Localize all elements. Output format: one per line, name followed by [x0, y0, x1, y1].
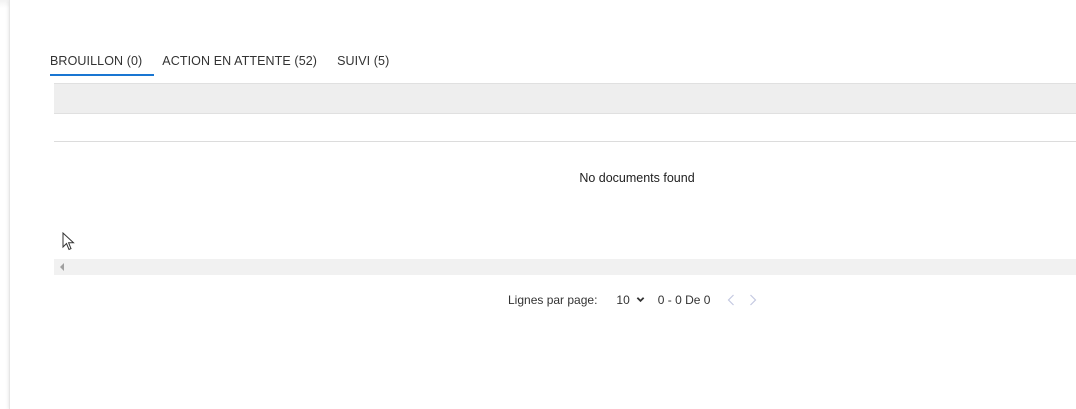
- chevron-down-icon: [636, 297, 645, 303]
- table-header-row: [54, 83, 1076, 114]
- document-tabs: BROUILLON (0) ACTION EN ATTENTE (52) SUI…: [50, 44, 409, 76]
- tab-brouillon[interactable]: BROUILLON (0): [50, 44, 155, 76]
- rows-per-page-value: 10: [616, 292, 630, 307]
- horizontal-scrollbar[interactable]: [54, 259, 1076, 275]
- table-divider: [54, 141, 1076, 142]
- next-page-button[interactable]: [746, 291, 760, 309]
- empty-state-message: No documents found: [579, 171, 695, 185]
- rows-per-page-label: Lignes par page:: [508, 293, 598, 307]
- rows-per-page-select[interactable]: 10: [611, 289, 648, 312]
- tab-action-en-attente[interactable]: ACTION EN ATTENTE (52): [162, 44, 317, 74]
- mouse-pointer-icon: [62, 232, 75, 251]
- scroll-left-arrow-icon[interactable]: [60, 263, 64, 271]
- chevron-left-icon: [728, 294, 735, 306]
- tab-suivi[interactable]: SUIVI (5): [337, 44, 389, 74]
- chevron-right-icon: [750, 294, 757, 306]
- pagination-range: 0 - 0 De 0: [657, 293, 711, 307]
- pagination-bar: Lignes par page: 10 0 - 0 De 0: [508, 288, 768, 312]
- previous-page-button[interactable]: [724, 291, 738, 309]
